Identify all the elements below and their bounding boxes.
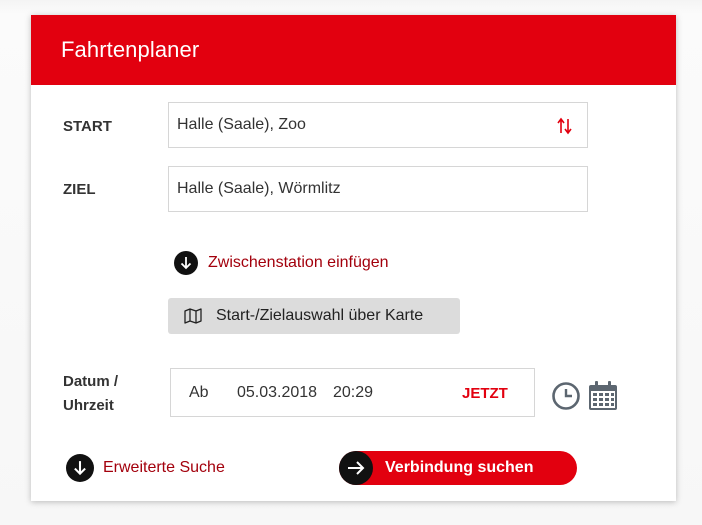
start-label: START <box>63 118 112 135</box>
search-connection-label: Verbindung suchen <box>385 459 534 476</box>
map-select-button[interactable]: Start-/Zielauswahl über Karte <box>168 298 460 334</box>
datetime-label-line1: Datum / <box>63 373 119 390</box>
clock-icon[interactable] <box>551 381 581 416</box>
map-select-label: Start-/Zielauswahl über Karte <box>216 307 424 324</box>
datetime-field[interactable]: Ab 05.03.2018 20:29 JETZT <box>170 368 535 417</box>
arrow-down-icon <box>66 454 94 482</box>
now-button[interactable]: JETZT <box>462 385 508 402</box>
calendar-icon[interactable] <box>587 380 619 417</box>
datetime-label-line2: Uhrzeit <box>63 397 114 414</box>
page-title: Fahrtenplaner <box>61 37 200 62</box>
advanced-search-label: Erweiterte Suche <box>103 459 225 476</box>
add-via-label: Zwischenstation einfügen <box>208 254 389 271</box>
search-connection-button[interactable]: Verbindung suchen <box>339 451 577 485</box>
datetime-label: Datum / Uhrzeit <box>63 370 118 418</box>
trip-planner-card: Fahrtenplaner START Halle (Saale), Zoo Z… <box>31 15 676 501</box>
arrow-right-icon <box>339 451 373 485</box>
time-value[interactable]: 20:29 <box>333 384 373 402</box>
advanced-search-link[interactable]: Erweiterte Suche <box>66 454 225 482</box>
start-input[interactable]: Halle (Saale), Zoo <box>168 102 588 148</box>
ziel-input[interactable]: Halle (Saale), Wörmlitz <box>168 166 588 212</box>
swap-icon[interactable] <box>557 116 573 141</box>
map-icon <box>184 308 202 324</box>
ziel-label: ZIEL <box>63 181 96 198</box>
start-value: Halle (Saale), Zoo <box>177 116 306 133</box>
date-value[interactable]: 05.03.2018 <box>237 384 317 402</box>
ziel-value: Halle (Saale), Wörmlitz <box>177 180 341 197</box>
card-header: Fahrtenplaner <box>31 15 676 85</box>
departure-mode[interactable]: Ab <box>189 384 209 402</box>
add-via-link[interactable]: Zwischenstation einfügen <box>174 251 389 275</box>
arrow-down-icon <box>174 251 198 275</box>
